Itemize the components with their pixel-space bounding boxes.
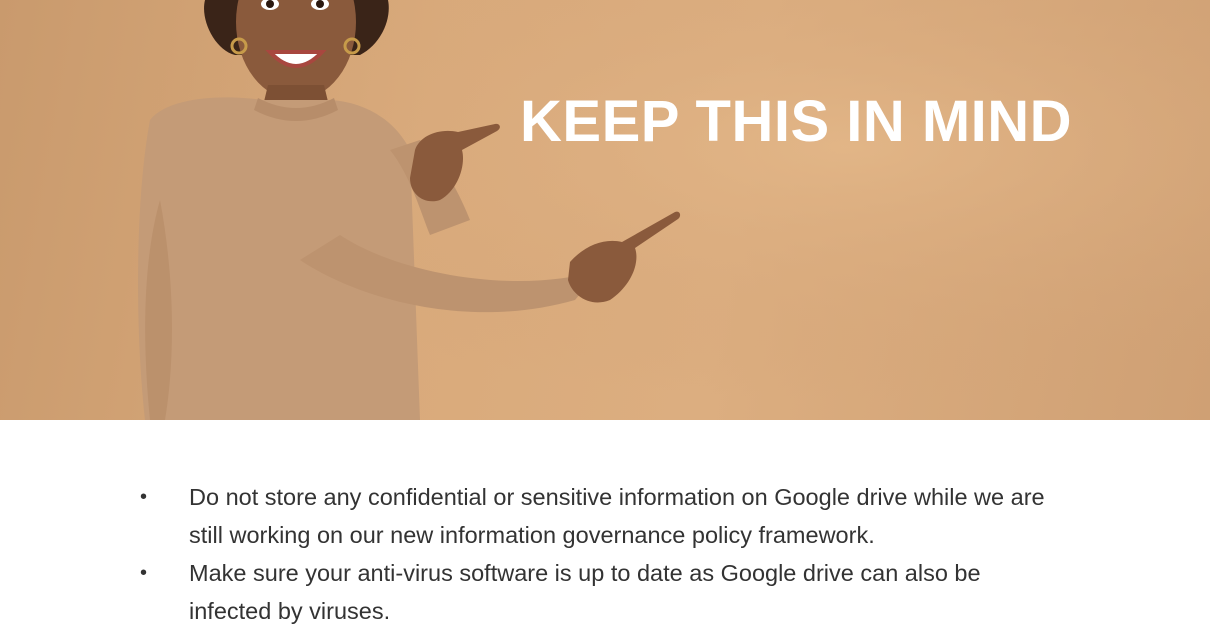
content-section: • Do not store any confidential or sensi… [0, 420, 1210, 642]
list-item: • Make sure your anti-virus software is … [140, 554, 1060, 630]
list-item: • Do not store any confidential or sensi… [140, 478, 1060, 554]
list-item-text: Make sure your anti-virus software is up… [189, 560, 981, 624]
page: KEEP THIS IN MIND • Do not store any con… [0, 0, 1210, 642]
bullet-icon: • [140, 486, 148, 508]
bullet-icon: • [140, 562, 148, 584]
woman-pointing-illustration [0, 0, 1210, 420]
hero-banner: KEEP THIS IN MIND [0, 0, 1210, 420]
bullet-list: • Do not store any confidential or sensi… [140, 478, 1060, 630]
hero-title: KEEP THIS IN MIND [520, 89, 1073, 154]
list-item-text: Do not store any confidential or sensiti… [189, 484, 1045, 548]
